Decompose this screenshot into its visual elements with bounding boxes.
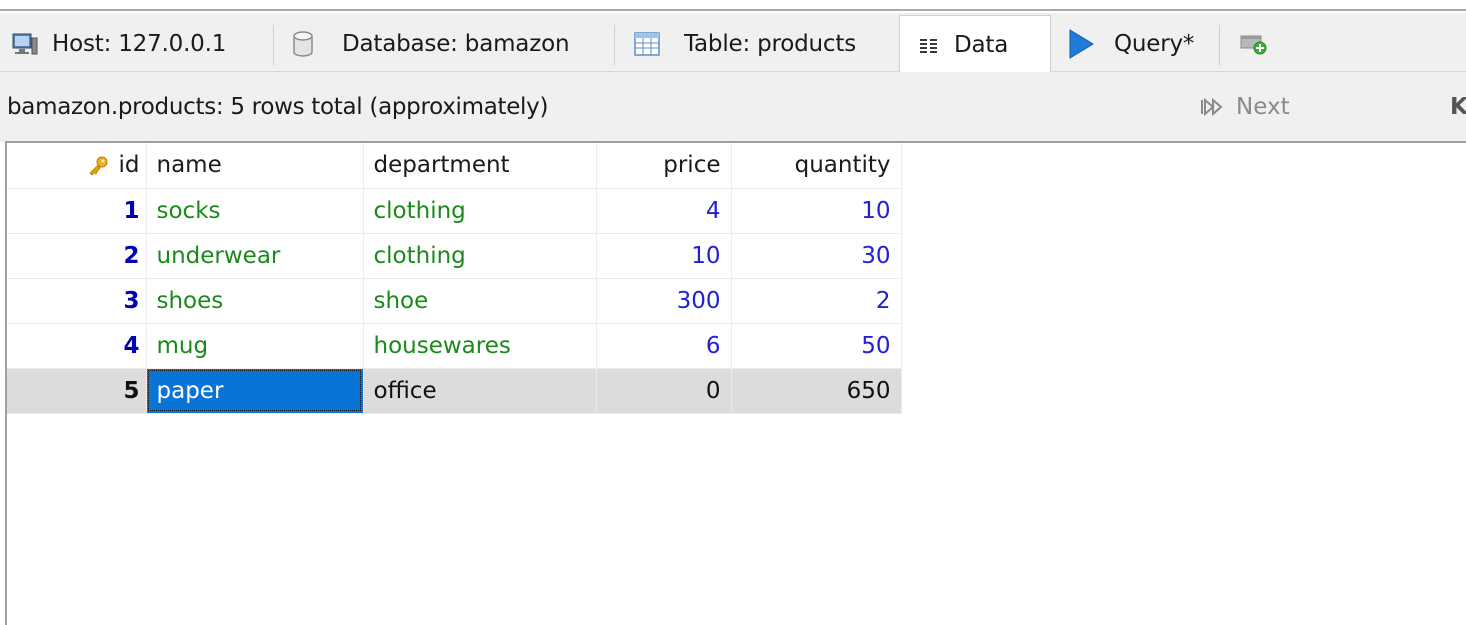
table-row[interactable]: 4 mug housewares 6 50	[7, 323, 902, 369]
cell-id[interactable]: 2	[7, 233, 147, 279]
data-grid[interactable]: id name department price quantity 1 sock…	[5, 141, 1466, 625]
cell-quantity[interactable]: 30	[731, 233, 902, 279]
column-header-department[interactable]: department	[363, 143, 597, 189]
tab-data-label: Data	[954, 31, 1009, 58]
cell-name[interactable]: underwear	[146, 233, 364, 279]
cell-name[interactable]: shoes	[146, 278, 364, 324]
cell-quantity[interactable]: 50	[731, 323, 902, 369]
tab-database[interactable]: Database: bamazon	[292, 18, 570, 69]
primary-key-icon	[87, 156, 109, 176]
column-header-name[interactable]: name	[146, 143, 364, 189]
cell-name[interactable]: socks	[146, 188, 364, 234]
cell-id[interactable]: 3	[7, 278, 147, 324]
cell-price[interactable]: 10	[596, 233, 732, 279]
cell-quantity[interactable]: 2	[731, 278, 902, 324]
tab-host-label: Host: 127.0.0.1	[52, 30, 227, 57]
row-count-label: bamazon.products: 5 rows total (approxim…	[7, 94, 549, 120]
table-row[interactable]: 2 underwear clothing 10 30	[7, 233, 902, 279]
cell-price[interactable]: 6	[596, 323, 732, 369]
tab-query-label: Query*	[1114, 30, 1195, 57]
play-icon	[1068, 28, 1094, 59]
cell-id[interactable]: 5	[7, 368, 147, 414]
cell-department[interactable]: shoe	[363, 278, 597, 324]
cell-id[interactable]: 1	[7, 188, 147, 234]
new-query-tab-button[interactable]	[1240, 18, 1268, 69]
cell-id[interactable]: 4	[7, 323, 147, 369]
cell-department[interactable]: clothing	[363, 188, 597, 234]
cell-department[interactable]: housewares	[363, 323, 597, 369]
cell-price[interactable]: 0	[596, 368, 732, 414]
tab-bar: Host: 127.0.0.1 Database: bamazon Table:…	[0, 13, 1466, 73]
clipped-toolbar-text: K	[1450, 94, 1466, 120]
data-table: id name department price quantity 1 sock…	[7, 143, 902, 414]
tab-data[interactable]: Data	[899, 15, 1051, 73]
cell-department[interactable]: office	[363, 368, 597, 414]
tab-host[interactable]: Host: 127.0.0.1	[12, 18, 226, 69]
data-grid-icon	[920, 36, 938, 54]
cell-name-focused[interactable]: paper	[146, 368, 364, 414]
next-button[interactable]: Next	[1200, 94, 1290, 120]
cell-price[interactable]: 300	[596, 278, 732, 324]
next-button-label: Next	[1236, 94, 1290, 120]
table-row[interactable]: 3 shoes shoe 300 2	[7, 278, 902, 324]
column-header-quantity[interactable]: quantity	[731, 143, 902, 189]
column-header-id[interactable]: id	[7, 143, 147, 189]
cell-price[interactable]: 4	[596, 188, 732, 234]
cell-quantity[interactable]: 10	[731, 188, 902, 234]
cell-department[interactable]: clothing	[363, 233, 597, 279]
table-row-selected[interactable]: 5 paper office 0 650	[7, 368, 902, 414]
fast-forward-icon	[1200, 97, 1226, 117]
cell-quantity[interactable]: 650	[731, 368, 902, 414]
tab-query[interactable]: Query*	[1068, 18, 1194, 69]
server-icon	[12, 32, 38, 56]
table-header-row: id name department price quantity	[7, 143, 902, 189]
tab-divider	[273, 25, 274, 65]
tab-divider	[614, 25, 615, 65]
table-row[interactable]: 1 socks clothing 4 10	[7, 188, 902, 234]
new-query-tab-icon	[1240, 33, 1268, 55]
tab-divider	[1219, 25, 1220, 65]
cell-name[interactable]: mug	[146, 323, 364, 369]
tab-table[interactable]: Table: products	[634, 18, 856, 69]
column-header-id-label: id	[118, 152, 140, 179]
window-top-border	[0, 0, 1466, 11]
result-info-bar: bamazon.products: 5 rows total (approxim…	[0, 72, 1466, 142]
table-icon	[634, 31, 660, 56]
tab-database-label: Database: bamazon	[342, 30, 570, 57]
database-icon	[292, 30, 314, 57]
column-header-price[interactable]: price	[596, 143, 732, 189]
tab-table-label: Table: products	[684, 30, 856, 57]
